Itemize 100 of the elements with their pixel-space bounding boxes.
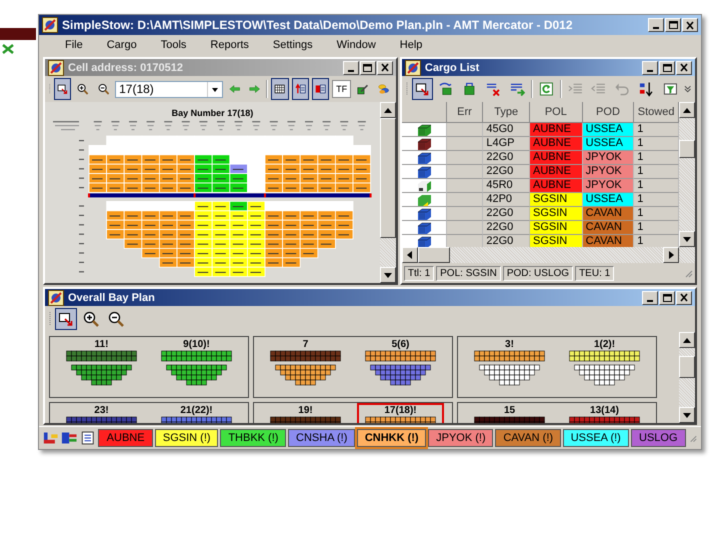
close-icon: [686, 20, 694, 30]
menu-item[interactable]: Window: [324, 39, 388, 51]
column-header[interactable]: Stowed: [634, 102, 679, 123]
list-up-icon[interactable]: [292, 78, 309, 100]
close-button[interactable]: [676, 60, 692, 74]
bay-tile[interactable]: 15: [466, 403, 553, 423]
status-pane: POD: USLOG: [502, 266, 574, 280]
menu-item[interactable]: File: [53, 39, 95, 51]
grid-icon[interactable]: [271, 78, 289, 100]
bay-tile[interactable]: 1(2)!: [561, 337, 648, 397]
bay-tile[interactable]: 3!: [466, 337, 553, 397]
bay-label: 15: [504, 405, 516, 416]
stack-icon[interactable]: [43, 430, 60, 446]
table-cell: 1: [634, 235, 679, 247]
minimize-button[interactable]: [648, 18, 664, 32]
port-chip[interactable]: THBKK (!): [220, 429, 286, 447]
tf-button[interactable]: TF: [332, 80, 352, 98]
horizontal-scrollbar[interactable]: [402, 247, 695, 263]
bay-tile[interactable]: 21(22)!: [153, 403, 240, 423]
minimize-icon: [647, 70, 653, 72]
up-arrow-icon: [683, 338, 691, 342]
bay-tile[interactable]: 13(14): [561, 403, 648, 423]
toolbar-grip-icon[interactable]: [49, 310, 52, 328]
scroll-up-button[interactable]: [380, 102, 396, 118]
vertical-scrollbar[interactable]: [380, 102, 396, 283]
scroll-right-button[interactable]: [663, 247, 679, 263]
bay-tile[interactable]: 7: [262, 337, 349, 397]
scroll-thumb[interactable]: [380, 118, 396, 238]
table-cell: 45G0: [483, 123, 530, 137]
maximize-button[interactable]: [665, 18, 681, 32]
select-icon[interactable]: [412, 78, 433, 100]
scroll-down-button[interactable]: [679, 231, 695, 247]
minimize-button[interactable]: [642, 290, 658, 304]
select-icon[interactable]: [54, 78, 72, 100]
port-chip[interactable]: JPYOK (!): [428, 429, 494, 447]
bay-dropdown[interactable]: 17(18): [115, 80, 223, 98]
minimize-icon: [653, 27, 659, 29]
port-chip[interactable]: USLOG: [630, 429, 686, 447]
port-chip[interactable]: AUBNE: [98, 429, 153, 447]
resize-grip-icon[interactable]: [683, 268, 693, 278]
scroll-thumb[interactable]: [679, 140, 695, 158]
close-icon: [680, 63, 688, 72]
scroll-thumb[interactable]: [418, 247, 450, 263]
select-icon[interactable]: [55, 308, 77, 330]
bay-tile[interactable]: 19!: [262, 403, 349, 423]
table-cell: 22G0: [483, 207, 530, 221]
bay-tile[interactable]: 9(10)!: [153, 337, 240, 397]
table-cell: SGSIN: [530, 207, 583, 221]
bay-tile[interactable]: 23!: [58, 403, 145, 423]
bars-icon[interactable]: [61, 430, 78, 446]
scroll-up-button[interactable]: [679, 102, 695, 118]
port-chip[interactable]: CNSHA (!): [288, 429, 356, 447]
maximize-icon: [662, 64, 672, 72]
minimize-icon: [647, 300, 653, 302]
app-logo-icon: [48, 60, 64, 76]
minimize-button[interactable]: [642, 60, 658, 74]
bay-tile[interactable]: 5(6): [357, 337, 444, 397]
maximize-button[interactable]: [659, 290, 675, 304]
scroll-left-button[interactable]: [402, 247, 418, 263]
menu-item[interactable]: Cargo: [94, 39, 149, 51]
column-header[interactable]: Type: [483, 102, 530, 123]
resize-grip-icon[interactable]: [688, 433, 697, 443]
table-cell: AUBNE: [530, 151, 583, 165]
column-header[interactable]: Err: [446, 102, 484, 123]
port-chip[interactable]: CAVAN (!): [495, 429, 561, 447]
chevron-icon[interactable]: [684, 85, 692, 93]
down-arrow-icon: [683, 236, 691, 242]
status-pane: TEU: 1: [575, 266, 614, 280]
bay-tile[interactable]: 11!: [58, 337, 145, 397]
bay-label: 17(18)!: [384, 405, 417, 416]
close-button[interactable]: [682, 18, 698, 32]
table-cell: CAVAN: [582, 221, 634, 235]
vertical-scrollbar[interactable]: [679, 102, 695, 247]
document-icon[interactable]: [80, 430, 96, 446]
desktop-bar: [0, 28, 36, 40]
bay-label: 11!: [94, 339, 108, 350]
port-chip[interactable]: SGSIN (!): [154, 429, 218, 447]
table-cell: AUBNE: [530, 137, 583, 151]
menu-item[interactable]: Reports: [198, 39, 261, 51]
scroll-up-button[interactable]: [679, 332, 695, 348]
table-cell: 1: [634, 193, 679, 207]
scroll-down-button[interactable]: [679, 407, 695, 423]
menu-item[interactable]: Help: [388, 39, 434, 51]
window-title: Cargo List: [424, 62, 480, 74]
list-block-icon[interactable]: [312, 78, 330, 100]
close-button[interactable]: [676, 290, 692, 304]
port-chip[interactable]: USSEA (!): [562, 429, 629, 447]
down-arrow-icon: [683, 412, 691, 418]
table-cell: CAVAN: [582, 235, 634, 247]
scroll-thumb[interactable]: [679, 356, 695, 378]
menu-item[interactable]: Settings: [260, 39, 325, 51]
table-cell: 1: [634, 151, 679, 165]
port-chip[interactable]: CNHKK (!): [357, 429, 426, 447]
bay-label: 21(22)!: [180, 405, 213, 416]
maximize-button[interactable]: [659, 60, 675, 74]
scroll-down-button[interactable]: [380, 267, 396, 283]
bay-label: 13(14): [590, 405, 619, 416]
menu-item[interactable]: Tools: [148, 39, 198, 51]
vertical-scrollbar[interactable]: [679, 332, 695, 423]
table-cell: 1: [634, 137, 679, 151]
